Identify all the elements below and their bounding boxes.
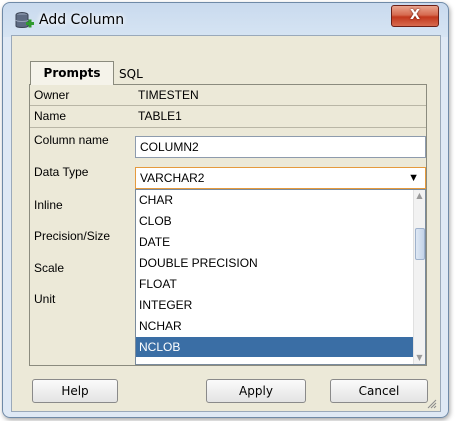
- divider: [30, 105, 426, 106]
- tab-sql[interactable]: SQL: [113, 64, 159, 84]
- apply-button[interactable]: Apply: [206, 379, 306, 403]
- data-type-dropdown-list[interactable]: CHAR CLOB DATE DOUBLE PRECISION FLOAT IN…: [135, 189, 426, 365]
- dropdown-option[interactable]: DATE: [136, 232, 415, 252]
- tab-container: Prompts SQL Owner TIMESTEN Name TABLE1 C…: [29, 61, 427, 366]
- chevron-down-icon[interactable]: ▼: [408, 168, 419, 188]
- close-icon: X: [409, 8, 421, 23]
- dropdown-scrollbar[interactable]: ▲ ▼: [413, 190, 425, 364]
- database-add-icon: [15, 12, 34, 28]
- dropdown-option[interactable]: CHAR: [136, 190, 415, 210]
- title-bar[interactable]: Add Column X: [3, 3, 448, 37]
- help-button[interactable]: Help: [32, 379, 118, 403]
- dropdown-option[interactable]: CLOB: [136, 211, 415, 231]
- dialog-window: Add Column X Prompts SQL Owner TIMESTEN …: [2, 2, 449, 418]
- data-type-label: Data Type: [34, 165, 89, 179]
- window-title: Add Column: [39, 12, 125, 28]
- close-button[interactable]: X: [391, 5, 439, 27]
- name-label: Name: [34, 109, 67, 123]
- name-value: TABLE1: [138, 109, 182, 123]
- dialog-client: Prompts SQL Owner TIMESTEN Name TABLE1 C…: [11, 35, 441, 412]
- data-type-value: VARCHAR2: [140, 171, 205, 185]
- scale-label: Scale: [34, 261, 65, 275]
- dropdown-option[interactable]: INTEGER: [136, 295, 415, 315]
- scroll-up-icon[interactable]: ▲: [415, 191, 424, 201]
- scrollbar-thumb[interactable]: [415, 228, 425, 260]
- resize-grip-icon[interactable]: [427, 399, 437, 409]
- dropdown-option-selected[interactable]: NCLOB: [136, 337, 415, 357]
- data-type-select[interactable]: VARCHAR2 ▼: [135, 167, 426, 189]
- divider: [30, 127, 426, 128]
- column-name-input[interactable]: COLUMN2: [135, 136, 426, 158]
- owner-label: Owner: [34, 88, 70, 102]
- tab-prompts[interactable]: Prompts: [30, 61, 114, 85]
- dropdown-option[interactable]: NCHAR: [136, 316, 415, 336]
- prompts-panel: Owner TIMESTEN Name TABLE1 Column name C…: [29, 84, 427, 366]
- column-name-label: Column name: [34, 133, 109, 147]
- scroll-down-icon[interactable]: ▼: [415, 353, 424, 363]
- precision-size-label: Precision/Size: [34, 229, 111, 243]
- cancel-button[interactable]: Cancel: [330, 379, 428, 403]
- dropdown-option[interactable]: DOUBLE PRECISION: [136, 253, 415, 273]
- unit-label: Unit: [34, 292, 56, 306]
- dropdown-option[interactable]: FLOAT: [136, 274, 415, 294]
- inline-label: Inline: [34, 198, 63, 212]
- owner-value: TIMESTEN: [138, 88, 199, 102]
